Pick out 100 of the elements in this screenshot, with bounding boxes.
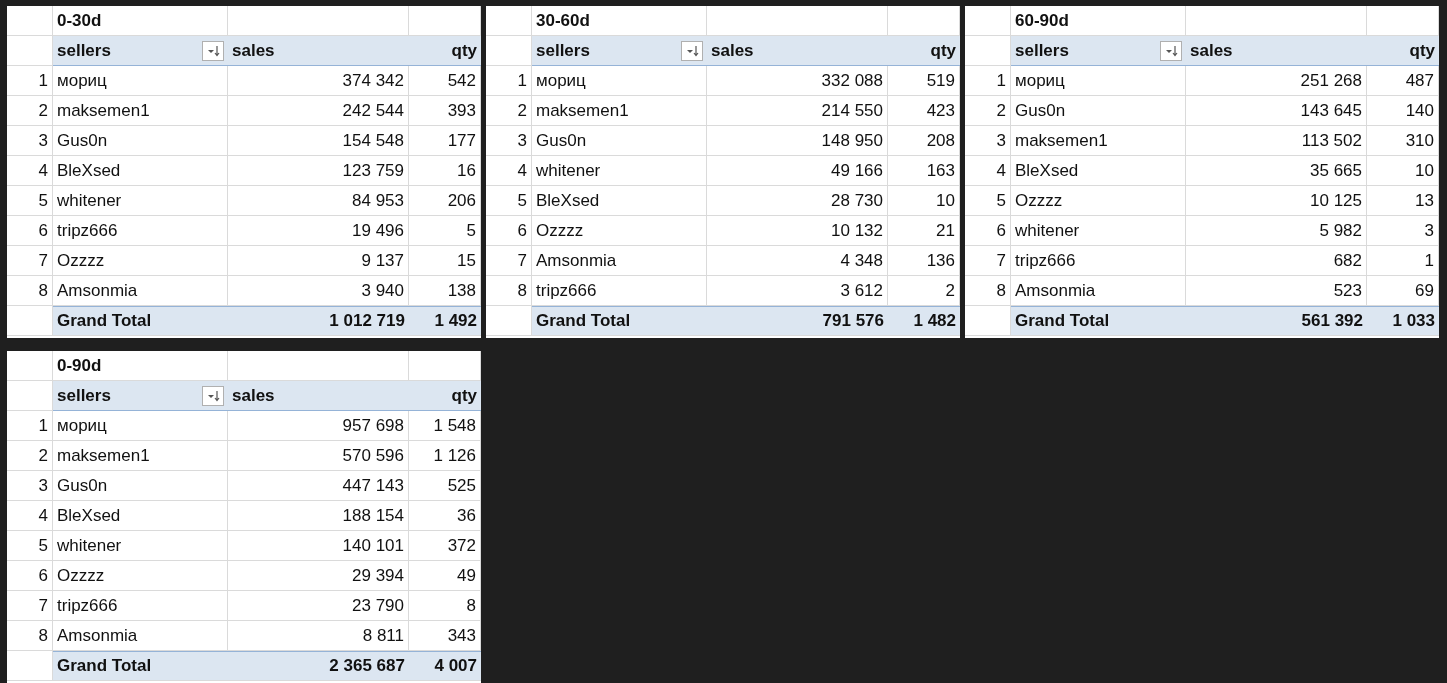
row-number: 2 — [7, 96, 53, 126]
row-number: 7 — [486, 246, 532, 276]
column-header: sellers — [536, 40, 590, 61]
row-number: 3 — [7, 471, 53, 501]
qty-cell: 163 — [888, 156, 960, 186]
row-number: 8 — [965, 276, 1011, 306]
row-number: 7 — [7, 246, 53, 276]
qty-cell: 15 — [409, 246, 481, 276]
sort-filter-icon — [1164, 44, 1178, 57]
row-number: 3 — [965, 126, 1011, 156]
qty-cell: 177 — [409, 126, 481, 156]
qty-cell: 487 — [1367, 66, 1439, 96]
row-number: 3 — [7, 126, 53, 156]
seller-cell: Gus0n — [1011, 96, 1186, 126]
sort-filter-button[interactable] — [202, 40, 224, 61]
empty-cell — [7, 351, 53, 381]
sales-cell: 188 154 — [228, 501, 409, 531]
seller-cell: whitener — [53, 186, 228, 216]
qty-cell: 13 — [1367, 186, 1439, 216]
row-number: 4 — [7, 501, 53, 531]
row-number: 7 — [965, 246, 1011, 276]
row-number: 6 — [486, 216, 532, 246]
sales-cell: 447 143 — [228, 471, 409, 501]
sales-cell: 251 268 — [1186, 66, 1367, 96]
row-number: 5 — [7, 531, 53, 561]
qty-cell: 8 — [409, 591, 481, 621]
row-number: 6 — [7, 216, 53, 246]
row-number: 8 — [7, 621, 53, 651]
column-header: qty — [409, 381, 481, 411]
seller-cell: maksemen1 — [532, 96, 707, 126]
row-number: 5 — [486, 186, 532, 216]
column-header: sales — [228, 381, 409, 411]
seller-cell: мориц — [53, 411, 228, 441]
row-number: 4 — [965, 156, 1011, 186]
seller-cell: Gus0n — [532, 126, 707, 156]
row-number: 4 — [7, 156, 53, 186]
total-qty-cell: 1 033 — [1367, 306, 1439, 336]
qty-cell: 140 — [1367, 96, 1439, 126]
sales-cell: 154 548 — [228, 126, 409, 156]
qty-cell: 5 — [409, 216, 481, 246]
seller-cell: maksemen1 — [53, 96, 228, 126]
qty-cell: 10 — [1367, 156, 1439, 186]
seller-cell: Amsonmia — [532, 246, 707, 276]
empty-cell — [965, 6, 1011, 36]
seller-cell: мориц — [53, 66, 228, 96]
qty-cell: 16 — [409, 156, 481, 186]
sales-cell: 84 953 — [228, 186, 409, 216]
qty-cell: 10 — [888, 186, 960, 216]
seller-cell: мориц — [1011, 66, 1186, 96]
qty-cell: 519 — [888, 66, 960, 96]
grand-total-label: Grand Total — [53, 651, 228, 681]
total-qty-cell: 4 007 — [409, 651, 481, 681]
qty-cell: 372 — [409, 531, 481, 561]
seller-cell: maksemen1 — [1011, 126, 1186, 156]
seller-cell: Ozzzz — [1011, 186, 1186, 216]
sales-cell: 143 645 — [1186, 96, 1367, 126]
empty-cell — [486, 6, 532, 36]
sales-cell: 4 348 — [707, 246, 888, 276]
qty-cell: 423 — [888, 96, 960, 126]
seller-cell: Ozzzz — [53, 246, 228, 276]
seller-cell: tripz666 — [1011, 246, 1186, 276]
total-qty-cell: 1 492 — [409, 306, 481, 336]
seller-cell: whitener — [532, 156, 707, 186]
qty-cell: 136 — [888, 246, 960, 276]
row-number: 2 — [965, 96, 1011, 126]
sales-cell: 9 137 — [228, 246, 409, 276]
sort-filter-icon — [685, 44, 699, 57]
row-number: 6 — [7, 561, 53, 591]
seller-cell: maksemen1 — [53, 441, 228, 471]
total-sales-cell: 561 392 — [1186, 306, 1367, 336]
sales-cell: 10 125 — [1186, 186, 1367, 216]
qty-cell: 1 — [1367, 246, 1439, 276]
sort-filter-button[interactable] — [1160, 40, 1182, 61]
sales-cell: 10 132 — [707, 216, 888, 246]
sort-filter-button[interactable] — [202, 385, 224, 406]
sales-cell: 332 088 — [707, 66, 888, 96]
sales-cell: 49 166 — [707, 156, 888, 186]
seller-cell: BleXsed — [53, 501, 228, 531]
sales-cell: 148 950 — [707, 126, 888, 156]
row-number: 7 — [7, 591, 53, 621]
grand-total-label: Grand Total — [53, 306, 228, 336]
sales-cell: 123 759 — [228, 156, 409, 186]
qty-cell: 310 — [1367, 126, 1439, 156]
total-sales-cell: 791 576 — [707, 306, 888, 336]
column-header: qty — [409, 36, 481, 66]
qty-cell: 36 — [409, 501, 481, 531]
row-number: 1 — [7, 66, 53, 96]
grand-total-label: Grand Total — [1011, 306, 1186, 336]
sales-cell: 29 394 — [228, 561, 409, 591]
column-header: sales — [228, 36, 409, 66]
empty-cell — [7, 6, 53, 36]
qty-cell: 49 — [409, 561, 481, 591]
qty-cell: 1 548 — [409, 411, 481, 441]
sort-filter-button[interactable] — [681, 40, 703, 61]
sales-cell: 570 596 — [228, 441, 409, 471]
row-number: 6 — [965, 216, 1011, 246]
seller-cell: whitener — [1011, 216, 1186, 246]
qty-cell: 542 — [409, 66, 481, 96]
row-number: 8 — [7, 276, 53, 306]
sales-cell: 5 982 — [1186, 216, 1367, 246]
